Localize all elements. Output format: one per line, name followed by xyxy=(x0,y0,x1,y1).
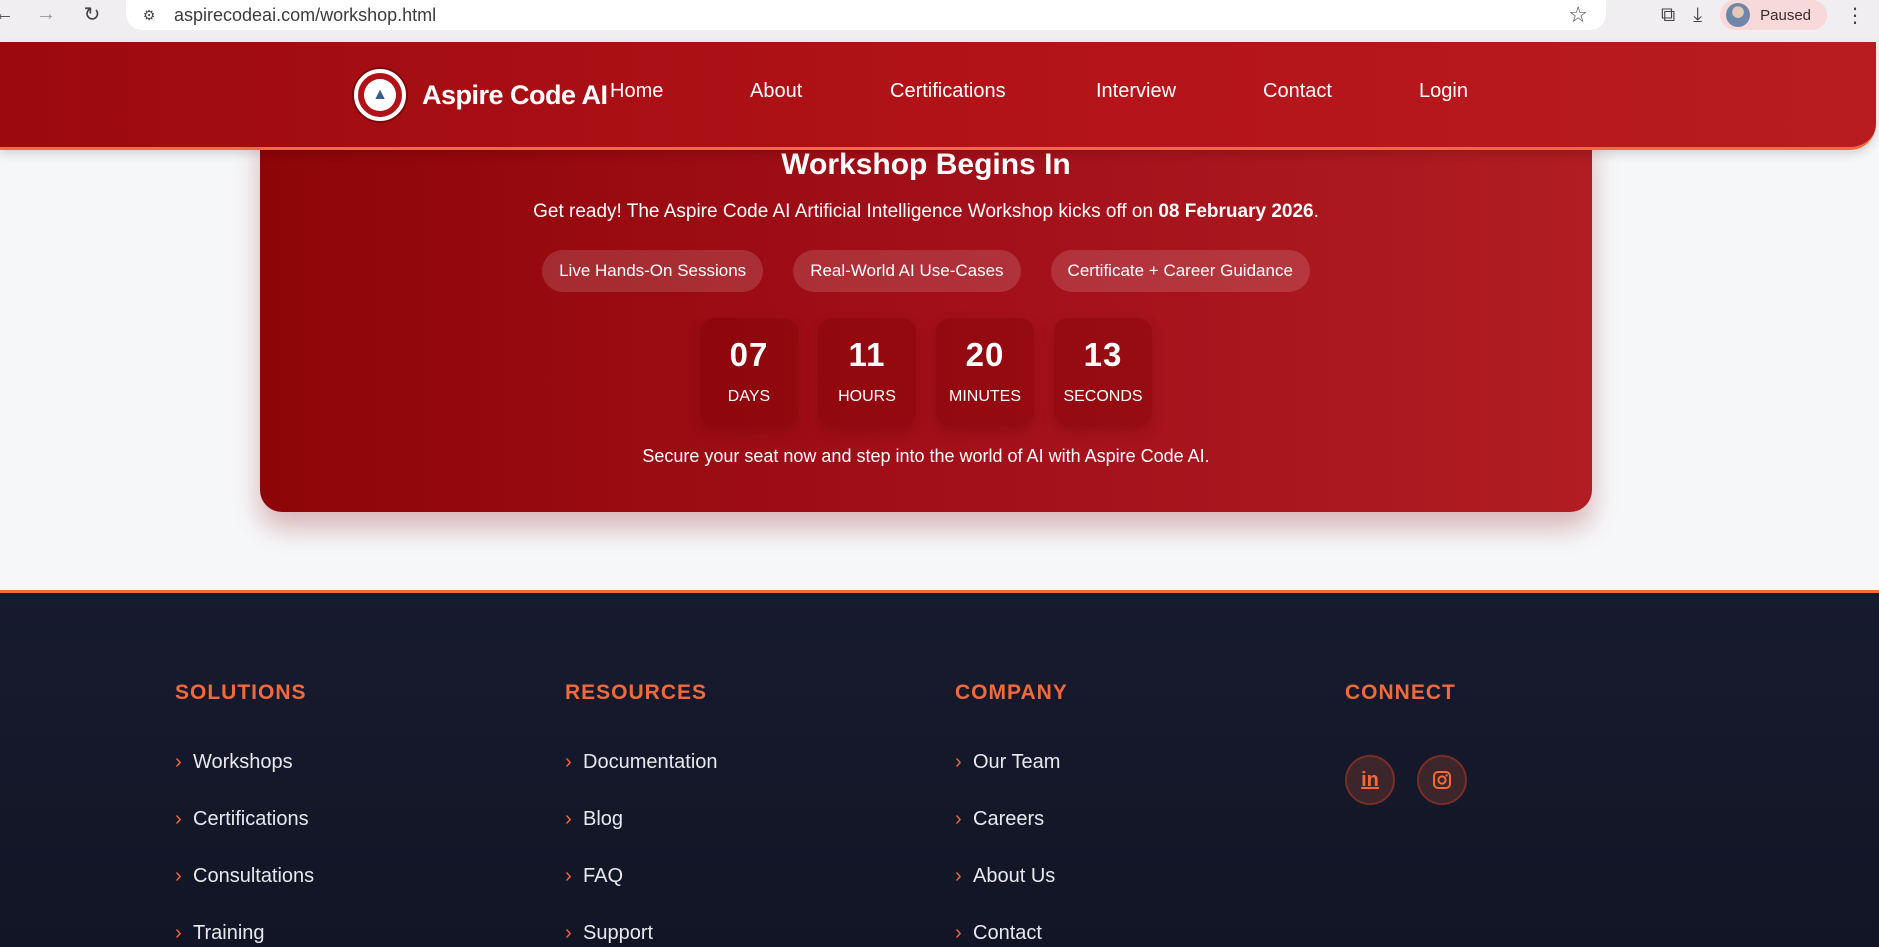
footer-solutions: SOLUTIONS › Workshops › Certifications › Co… xyxy=(175,681,314,947)
logo-icon: ▲ xyxy=(354,69,406,121)
countdown-seconds: 13 SECONDS xyxy=(1054,318,1152,426)
profile-button[interactable]: Paused xyxy=(1720,0,1827,30)
footer-link-blog[interactable]: › Blog xyxy=(565,808,718,865)
instagram-icon[interactable] xyxy=(1417,755,1467,805)
more-menu-icon[interactable]: ⋮ xyxy=(1845,3,1865,28)
nav-certifications[interactable]: Certifications xyxy=(890,80,1096,103)
chevron-right-icon: › xyxy=(175,865,182,887)
avatar xyxy=(1726,3,1751,27)
footer-heading-connect: CONNECT xyxy=(1345,681,1456,704)
brand-logo[interactable]: ▲ Aspire Code AI xyxy=(354,69,608,121)
chevron-right-icon: › xyxy=(955,808,962,830)
footer-link-about-us[interactable]: › About Us xyxy=(955,865,1068,922)
workshop-date: 08 February 2026 xyxy=(1158,201,1314,222)
footer-heading-resources: RESOURCES xyxy=(565,681,708,704)
pill-hands-on: Live Hands-On Sessions xyxy=(542,250,764,292)
footer-link-faq[interactable]: › FAQ xyxy=(565,865,718,922)
footer-link-training[interactable]: › Training xyxy=(175,922,314,947)
feature-pills: Live Hands-On Sessions Real-World AI Use… xyxy=(260,250,1592,292)
countdown-timer: 07 DAYS 11 HOURS 20 MINUTES 13 SECONDS xyxy=(260,318,1592,426)
site-footer: SOLUTIONS › Workshops › Certifications › Co… xyxy=(0,590,1879,947)
main-nav: Home About Certifications Interview Cont… xyxy=(610,80,1468,103)
chevron-right-icon: › xyxy=(175,751,182,773)
footer-link-workshops[interactable]: › Workshops xyxy=(175,751,314,808)
browser-actions: ⧉ ⤓ Paused ⋮ xyxy=(1661,0,1879,30)
brand-name: Aspire Code AI xyxy=(422,79,608,110)
footer-heading-company: COMPANY xyxy=(955,681,1068,704)
url-text[interactable]: aspirecodeai.com/workshop.html xyxy=(174,5,436,26)
chevron-right-icon: › xyxy=(565,751,572,773)
nav-home[interactable]: Home xyxy=(610,80,750,103)
chevron-right-icon: › xyxy=(175,808,182,830)
extensions-icon[interactable]: ⧉ xyxy=(1661,4,1675,27)
address-bar[interactable]: ⚙ aspirecodeai.com/workshop.html ☆ xyxy=(126,0,1606,30)
chevron-right-icon: › xyxy=(565,865,572,887)
countdown-days: 07 DAYS xyxy=(700,318,798,426)
social-links: in xyxy=(1345,755,1467,805)
pill-certificate: Certificate + Career Guidance xyxy=(1050,250,1310,292)
forward-icon[interactable]: → xyxy=(28,0,64,32)
chevron-right-icon: › xyxy=(955,865,962,887)
instagram-glyph xyxy=(1433,771,1451,789)
linkedin-icon[interactable]: in xyxy=(1345,755,1395,805)
footer-resources: RESOURCES › Documentation › Blog › FAQ › Sup… xyxy=(565,681,718,947)
chevron-right-icon: › xyxy=(955,922,962,944)
back-icon[interactable]: ← xyxy=(0,0,22,32)
footer-heading-solutions: SOLUTIONS xyxy=(175,681,307,704)
chevron-right-icon: › xyxy=(175,922,182,944)
workshop-subtitle: Get ready! The Aspire Code AI Artificial… xyxy=(533,201,1319,222)
browser-toolbar: ← → ↻ ⚙ aspirecodeai.com/workshop.html ☆… xyxy=(0,0,1879,42)
workshop-countdown-card: Workshop Begins In Get ready! The Aspire… xyxy=(260,130,1592,512)
profile-status: Paused xyxy=(1760,6,1811,24)
chevron-right-icon: › xyxy=(955,751,962,773)
footer-link-our-team[interactable]: › Our Team xyxy=(955,751,1068,808)
workshop-title: Workshop Begins In xyxy=(781,148,1071,181)
chevron-right-icon: › xyxy=(565,808,572,830)
footer-link-support[interactable]: › Support xyxy=(565,922,718,947)
site-header: ▲ Aspire Code AI Home About Certificatio… xyxy=(0,42,1876,150)
nav-contact[interactable]: Contact xyxy=(1263,80,1419,103)
download-icon[interactable]: ⤓ xyxy=(1693,4,1702,27)
countdown-hours: 11 HOURS xyxy=(818,318,916,426)
footer-link-consultations[interactable]: › Consultations xyxy=(175,865,314,922)
footer-link-contact[interactable]: › Contact xyxy=(955,922,1068,947)
footer-connect: CONNECT in xyxy=(1345,681,1467,805)
nav-login[interactable]: Login xyxy=(1419,80,1468,103)
chevron-right-icon: › xyxy=(565,922,572,944)
bookmark-star-icon[interactable]: ☆ xyxy=(1568,2,1588,28)
footer-link-careers[interactable]: › Careers xyxy=(955,808,1068,865)
countdown-minutes: 20 MINUTES xyxy=(936,318,1034,426)
footer-link-certifications[interactable]: › Certifications xyxy=(175,808,314,865)
footer-company: COMPANY › Our Team › Careers › About Us › Co… xyxy=(955,681,1068,947)
nav-interview[interactable]: Interview xyxy=(1096,80,1263,103)
reload-icon[interactable]: ↻ xyxy=(74,0,110,32)
workshop-cta-text: Secure your seat now and step into the w… xyxy=(642,446,1210,466)
site-settings-icon[interactable]: ⚙ xyxy=(138,4,160,26)
pill-use-cases: Real-World AI Use-Cases xyxy=(793,250,1021,292)
footer-link-documentation[interactable]: › Documentation xyxy=(565,751,718,808)
nav-about[interactable]: About xyxy=(750,80,890,103)
